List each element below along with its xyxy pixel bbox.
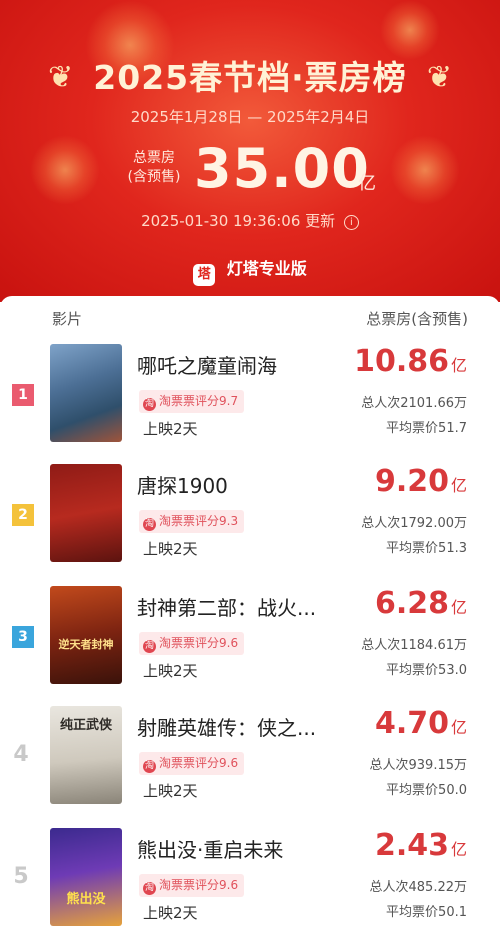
average-price: 平均票价51.7 — [386, 421, 467, 436]
film-title[interactable]: 熊出没·重启未来 — [137, 834, 283, 863]
release-days: 上映2天 — [143, 540, 198, 558]
column-film: 影片 — [52, 310, 83, 328]
release-days: 上映2天 — [143, 782, 198, 800]
total-unit: 亿 — [358, 173, 376, 194]
page-title: 2025春节档·票房榜 — [93, 58, 407, 97]
film-title[interactable]: 唐探1900 — [137, 470, 228, 499]
brand-logo-icon: 塔 — [193, 264, 216, 286]
box-office-value: 9.20 亿 — [374, 464, 467, 499]
score-badge: 淘淘票票评分9.7 — [139, 390, 245, 413]
movie-poster[interactable] — [50, 344, 122, 442]
total-label: 总票房 (含预售) — [127, 150, 181, 185]
ranking-list: 影片 总票房(含预售) 1 哪吒之魔童闹海 淘淘票票评分9.7 上映2天 10.… — [0, 296, 500, 941]
taopiaopiao-icon: 淘 — [143, 518, 156, 531]
taopiaopiao-icon: 淘 — [143, 760, 156, 773]
firework-decoration — [380, 0, 440, 60]
poster-caption: 纯正武侠 — [59, 718, 112, 733]
score-badge: 淘淘票票评分9.3 — [139, 510, 245, 533]
box-office-value: 2.43 亿 — [374, 828, 467, 863]
box-office-value: 4.70 亿 — [374, 706, 467, 741]
average-price: 平均票价50.0 — [386, 783, 467, 798]
admissions: 总人次485.22万 — [369, 880, 468, 895]
release-days: 上映2天 — [143, 904, 198, 922]
average-price: 平均票价53.0 — [386, 663, 467, 678]
release-days: 上映2天 — [143, 420, 198, 438]
score-badge: 淘淘票票评分9.6 — [139, 752, 245, 775]
admissions: 总人次939.15万 — [369, 758, 468, 773]
header-banner: ❦ ❦ 2025春节档·票房榜 2025年1月28日 — 2025年2月4日 总… — [0, 0, 500, 302]
admissions: 总人次1792.00万 — [361, 516, 467, 531]
release-days: 上映2天 — [143, 662, 198, 680]
admissions: 总人次2101.66万 — [361, 396, 467, 411]
film-title[interactable]: 射雕英雄传：侠之... — [137, 712, 316, 741]
average-price: 平均票价50.1 — [386, 905, 467, 920]
taopiaopiao-icon: 淘 — [143, 640, 156, 653]
admissions: 总人次1184.61万 — [361, 638, 467, 653]
column-box-office: 总票房(含预售) — [366, 310, 468, 328]
taopiaopiao-icon: 淘 — [143, 882, 156, 895]
film-title[interactable]: 哪吒之魔童闹海 — [137, 350, 277, 379]
movie-poster[interactable]: 熊出没 — [50, 828, 122, 926]
rank-badge: 1 — [12, 384, 34, 406]
film-row[interactable]: 3 逆天者封神 封神第二部：战火... 淘淘票票评分9.6 上映2天 6.28 亿… — [0, 586, 500, 706]
date-range: 2025年1月28日 — 2025年2月4日 — [130, 108, 370, 126]
movie-poster[interactable]: 纯正武侠 — [50, 706, 122, 804]
score-badge: 淘淘票票评分9.6 — [139, 632, 245, 655]
film-row[interactable]: 4 纯正武侠 射雕英雄传：侠之... 淘淘票票评分9.6 上映2天 4.70 亿 … — [0, 706, 500, 826]
film-row[interactable]: 2 唐探1900 淘淘票票评分9.3 上映2天 9.20 亿 总人次1792.00… — [0, 464, 500, 584]
box-office-value: 10.86 亿 — [354, 344, 467, 379]
poster-caption: 熊出没 — [66, 892, 106, 907]
movie-poster[interactable]: 逆天者封神 — [50, 586, 122, 684]
rank-number: 5 — [13, 864, 29, 889]
box-office-value: 6.28 亿 — [374, 586, 467, 621]
taopiaopiao-icon: 淘 — [143, 398, 156, 411]
total-box-office: 总票房 (含预售) 35.00 亿 — [0, 135, 500, 205]
total-value: 35.00 — [194, 137, 370, 200]
average-price: 平均票价51.3 — [386, 541, 467, 556]
update-time: 2025-01-30 19:36:06 更新 i — [0, 210, 500, 231]
poster-caption: 逆天者封神 — [58, 638, 114, 651]
rank-number: 4 — [13, 742, 29, 767]
rank-badge: 2 — [12, 504, 34, 526]
film-row[interactable]: 5 熊出没 熊出没·重启未来 淘淘票票评分9.6 上映2天 2.43 亿 总人次4… — [0, 828, 500, 948]
score-badge: 淘淘票票评分9.6 — [139, 874, 245, 897]
film-title[interactable]: 封神第二部：战火... — [137, 592, 316, 621]
movie-poster[interactable] — [50, 464, 122, 562]
info-icon[interactable]: i — [343, 215, 359, 230]
brand: 塔 灯塔专业版 — [0, 255, 500, 286]
rank-badge: 3 — [12, 626, 34, 648]
film-row[interactable]: 1 哪吒之魔童闹海 淘淘票票评分9.7 上映2天 10.86 亿 总人次2101.… — [0, 344, 500, 464]
brand-name: 灯塔专业版 — [226, 259, 307, 278]
